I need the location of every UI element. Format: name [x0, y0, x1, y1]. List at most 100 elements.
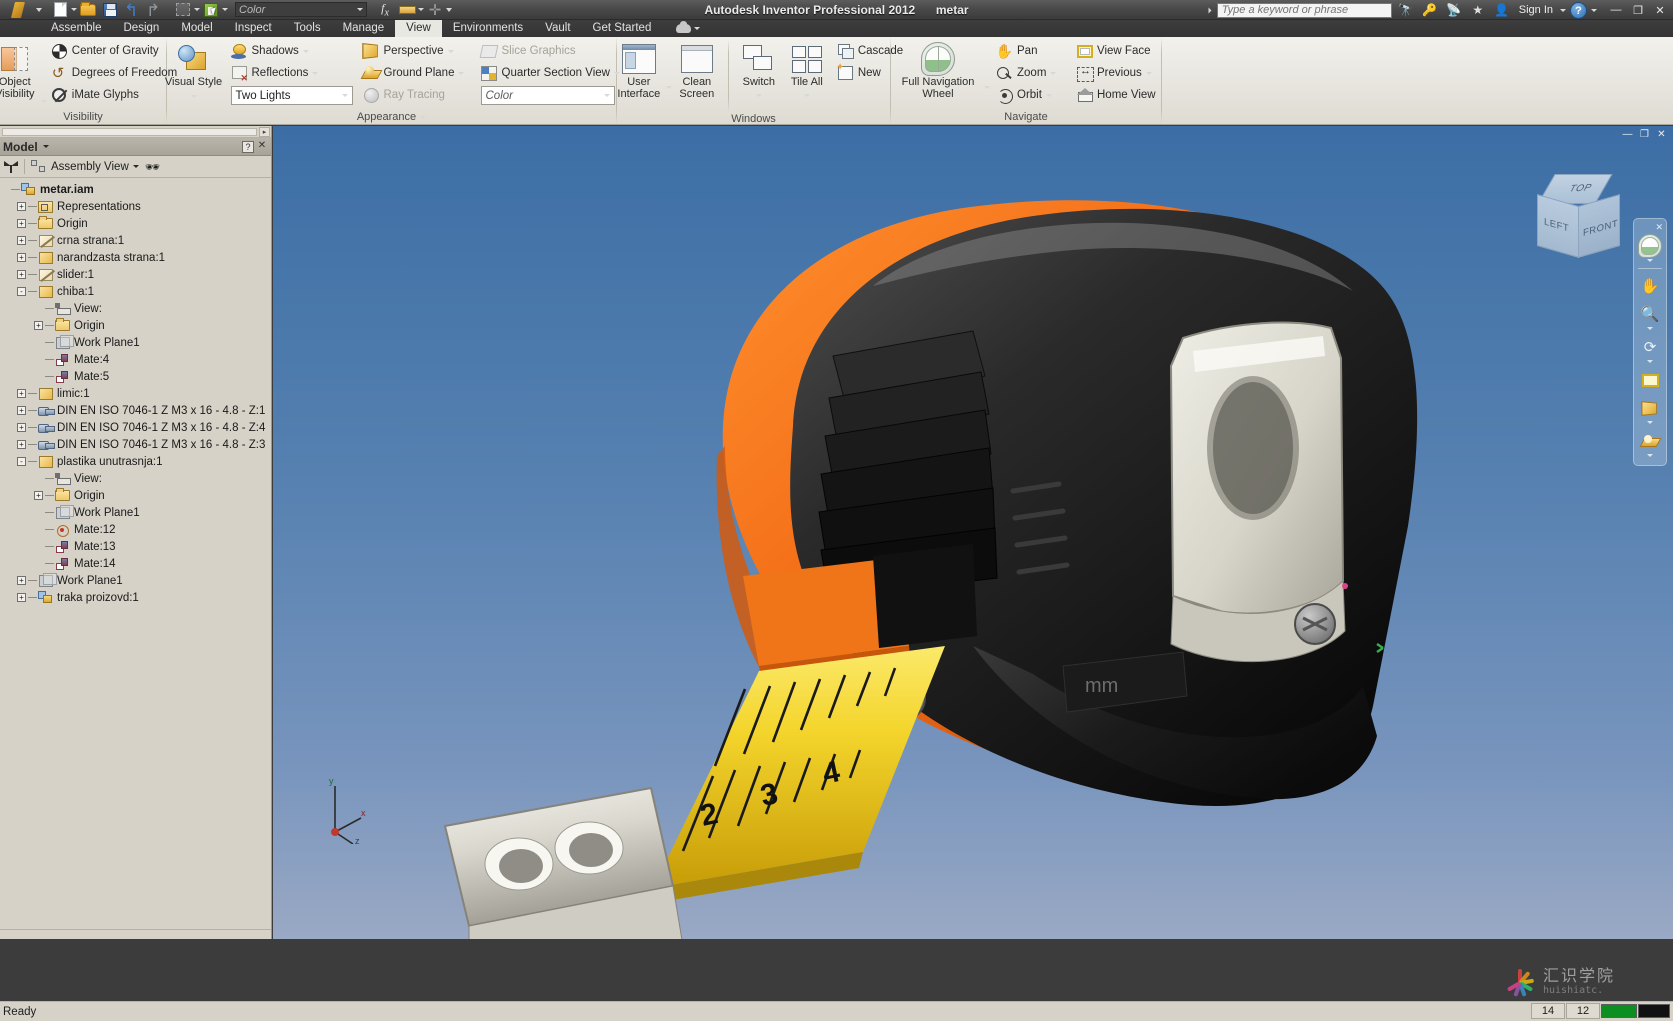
view-face-button[interactable]: View Face — [1076, 40, 1172, 62]
tree-item[interactable]: View: — [0, 470, 271, 487]
binoculars-icon[interactable]: 🕶 — [145, 160, 160, 174]
add-tool-button[interactable]: ✛ — [424, 0, 446, 20]
tape-measure-model[interactable]: mm 2 3 4 — [273, 126, 1673, 939]
orbit-button[interactable]: Orbit — [996, 84, 1072, 106]
tree-item[interactable]: + DIN EN ISO 7046-1 Z M3 x 16 - 4.8 - Z:4 — [0, 419, 271, 436]
user-avatar-icon[interactable]: 👤 — [1492, 0, 1512, 20]
nav-full-navigation-wheel[interactable] — [1636, 233, 1664, 264]
nav-ground-plane-caret-icon[interactable] — [1647, 454, 1653, 457]
help-caret-icon[interactable] — [1591, 8, 1597, 12]
previous-view-button[interactable]: Previous — [1076, 62, 1172, 84]
tree-item[interactable]: Mate:5 — [0, 368, 271, 385]
tree-item[interactable]: Mate:13 — [0, 538, 271, 555]
shadows-dropdown-icon[interactable] — [302, 49, 309, 53]
browser-horizontal-scrollbar[interactable]: ▸ — [0, 126, 271, 138]
filter-icon[interactable] — [4, 160, 18, 174]
tree-expander[interactable]: + — [17, 270, 26, 279]
full-navigation-wheel-dropdown-icon[interactable] — [984, 86, 990, 89]
model-tree[interactable]: metar.iam + Representations + Origin + crna st… — [0, 178, 271, 929]
tab-assemble[interactable]: Assemble — [40, 20, 113, 37]
tree-item[interactable]: Mate:4 — [0, 351, 271, 368]
lighting-style-combo[interactable]: Two Lights — [230, 86, 353, 105]
nav-orbit-tool[interactable]: ⟳ — [1636, 334, 1664, 365]
sign-in-caret-icon[interactable] — [1560, 8, 1566, 12]
shadows-button[interactable]: Shadows — [231, 40, 357, 62]
home-view-button[interactable]: Home View — [1076, 84, 1172, 106]
tab-manage[interactable]: Manage — [332, 20, 396, 37]
tree-item[interactable]: Mate:14 — [0, 555, 271, 572]
visual-style-dropdown-icon[interactable] — [190, 95, 197, 98]
reflections-dropdown-icon[interactable] — [312, 71, 319, 75]
tree-expander[interactable]: + — [17, 406, 26, 415]
zoom-dropdown-icon[interactable] — [1050, 71, 1057, 75]
perspective-button[interactable]: Perspective — [362, 40, 473, 62]
nav-pan-tool[interactable]: ✋ — [1636, 273, 1664, 299]
nav-orbit-caret-icon[interactable] — [1647, 360, 1653, 363]
application-menu-button[interactable] — [0, 0, 36, 20]
tree-expander[interactable]: + — [17, 423, 26, 432]
tree-item[interactable]: + DIN EN ISO 7046-1 Z M3 x 16 - 4.8 - Z:1 — [0, 402, 271, 419]
nav-perspective-tool[interactable] — [1636, 395, 1664, 426]
tree-expander[interactable]: + — [17, 576, 26, 585]
tree-item[interactable]: + traka proizovd:1 — [0, 589, 271, 606]
parameters-button[interactable]: fx — [374, 0, 396, 20]
object-visibility-dropdown-icon[interactable] — [40, 100, 47, 103]
tile-all-dropdown-icon[interactable] — [803, 94, 810, 97]
tree-item[interactable]: - plastika unutrasnja:1 — [0, 453, 271, 470]
cloud-icon[interactable] — [676, 21, 692, 33]
tree-expander[interactable]: - — [17, 457, 26, 466]
tree-item[interactable]: + Origin — [0, 487, 271, 504]
tree-item[interactable]: + crna strana:1 — [0, 232, 271, 249]
user-interface-button[interactable]: User Interface — [612, 40, 666, 100]
tree-item[interactable]: + Work Plane1 — [0, 572, 271, 589]
tree-item[interactable]: Work Plane1 — [0, 504, 271, 521]
tab-model[interactable]: Model — [170, 20, 223, 37]
object-visibility-button[interactable]: Object Visibility — [0, 40, 41, 100]
more-tools-caret-icon[interactable] — [446, 7, 452, 12]
tree-item[interactable]: + narandzasta strana:1 — [0, 249, 271, 266]
previous-view-dropdown-icon[interactable] — [1145, 71, 1152, 75]
nav-zoom-tool[interactable]: 🔍 — [1636, 301, 1664, 332]
full-navigation-wheel-button[interactable]: Full Navigation Wheel — [892, 40, 984, 100]
reflections-button[interactable]: Reflections — [231, 62, 357, 84]
tree-item[interactable]: + limic:1 — [0, 385, 271, 402]
browser-scroll-right-arrow[interactable]: ▸ — [259, 127, 270, 137]
appearance-color-caret-icon[interactable] — [357, 8, 363, 11]
help-button[interactable]: ? — [1570, 1, 1587, 19]
tree-expander[interactable]: - — [17, 287, 26, 296]
measure-button[interactable] — [396, 0, 418, 20]
sign-in-button[interactable]: Sign In — [1516, 4, 1556, 16]
tree-item[interactable]: metar.iam — [0, 181, 271, 198]
browser-help-badge[interactable]: ? — [242, 140, 254, 153]
switch-windows-dropdown-icon[interactable] — [755, 94, 762, 97]
document-minimize-button[interactable]: — — [1620, 128, 1635, 141]
select-button[interactable] — [172, 0, 194, 20]
tab-inspect[interactable]: Inspect — [224, 20, 283, 37]
ground-plane-button[interactable]: Ground Plane — [363, 62, 473, 84]
tree-expander[interactable]: + — [34, 491, 43, 500]
minimize-button[interactable]: — — [1605, 1, 1627, 19]
maximize-button[interactable]: ❐ — [1627, 1, 1649, 19]
switch-windows-button[interactable]: Switch — [735, 40, 783, 100]
tree-item[interactable]: View: — [0, 300, 271, 317]
tree-item[interactable]: + Origin — [0, 317, 271, 334]
tab-design[interactable]: Design — [113, 20, 171, 37]
appearance-dialog-launcher-icon[interactable] — [420, 115, 427, 119]
communication-center-icon[interactable]: 📡 — [1444, 0, 1464, 20]
tree-item[interactable]: + Origin — [0, 215, 271, 232]
material-button[interactable] — [200, 0, 222, 20]
tree-expander[interactable]: + — [34, 321, 43, 330]
tab-environments[interactable]: Environments — [442, 20, 534, 37]
nav-ground-plane-tool[interactable] — [1636, 428, 1664, 459]
tree-expander[interactable]: + — [17, 253, 26, 262]
tab-vault[interactable]: Vault — [534, 20, 581, 37]
search-expand-icon[interactable] — [1208, 7, 1212, 13]
perspective-dropdown-icon[interactable] — [447, 49, 454, 53]
lighting-style-caret-icon[interactable] — [341, 94, 348, 97]
appearance-color-combo[interactable]: Color — [235, 2, 367, 17]
close-button[interactable]: ✕ — [1649, 1, 1671, 19]
tree-item[interactable]: - chiba:1 — [0, 283, 271, 300]
section-color-combo[interactable]: Color — [480, 86, 615, 105]
assembly-view-caret-icon[interactable] — [132, 165, 139, 168]
nav-view-face-tool[interactable] — [1636, 367, 1664, 393]
